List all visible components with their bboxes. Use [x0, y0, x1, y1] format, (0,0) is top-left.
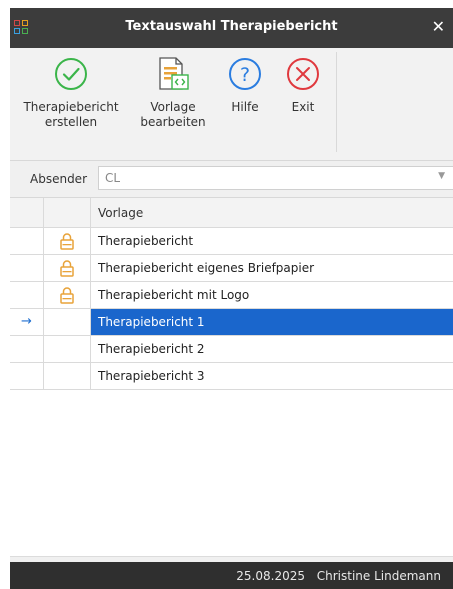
- status-date: 25.08.2025: [236, 569, 305, 583]
- lock-cell: [43, 228, 90, 255]
- exit-button[interactable]: Exit: [278, 56, 328, 115]
- toolbar-separator: [336, 52, 337, 152]
- lock-cell: [43, 282, 90, 309]
- close-icon[interactable]: ✕: [432, 17, 445, 36]
- row-indicator: [10, 255, 43, 282]
- dialog-window: Textauswahl Therapiebericht ✕ Therapiebe…: [10, 8, 453, 589]
- lock-icon: [60, 287, 74, 304]
- help-circle-icon: ?: [227, 56, 263, 92]
- table-row-selected[interactable]: → Therapiebericht 1: [10, 309, 453, 336]
- column-header-vorlage[interactable]: Vorlage: [90, 198, 453, 228]
- row-indicator: [10, 228, 43, 255]
- document-code-icon: [155, 56, 191, 92]
- exit-label: Exit: [291, 100, 315, 114]
- row-indicator: →: [10, 309, 43, 336]
- window-title: Textauswahl Therapiebericht: [125, 19, 338, 34]
- sender-value: CL: [105, 171, 121, 185]
- table-row[interactable]: Therapiebericht 2: [10, 336, 453, 363]
- chevron-down-icon[interactable]: ▼: [438, 171, 445, 181]
- table-row[interactable]: Therapiebericht: [10, 228, 453, 255]
- create-report-label-1: Therapiebericht: [23, 100, 119, 114]
- lock-icon: [60, 233, 74, 250]
- template-grid: Vorlage Therapiebericht Therapiebericht …: [10, 198, 453, 556]
- table-row[interactable]: Therapiebericht mit Logo: [10, 282, 453, 309]
- row-indicator: [10, 363, 43, 390]
- left-edge: [0, 0, 10, 589]
- template-name: Therapiebericht 1: [90, 309, 453, 336]
- template-name: Therapiebericht mit Logo: [90, 282, 453, 309]
- table-row[interactable]: Therapiebericht eigenes Briefpapier: [10, 255, 453, 282]
- sender-row: Absender CL ▼: [10, 161, 453, 198]
- lock-cell: [43, 309, 90, 336]
- help-label: Hilfe: [231, 100, 259, 114]
- sender-label: Absender: [30, 172, 87, 186]
- toolbar: Therapiebericht erstellen Vorlage bearbe…: [10, 48, 453, 161]
- edit-template-label-2: bearbeiten: [140, 115, 206, 129]
- row-indicator-header: [10, 198, 43, 228]
- lock-cell: [43, 363, 90, 390]
- check-circle-icon: [53, 56, 89, 92]
- lock-icon: [60, 260, 74, 277]
- title-bar: Textauswahl Therapiebericht ✕: [10, 8, 453, 48]
- help-button[interactable]: ? Hilfe: [220, 56, 270, 115]
- create-report-label-2: erstellen: [44, 115, 98, 129]
- close-circle-icon: [285, 56, 321, 92]
- lock-cell: [43, 255, 90, 282]
- create-report-button[interactable]: Therapiebericht erstellen: [16, 56, 126, 130]
- template-name: Therapiebericht: [90, 228, 453, 255]
- row-indicator: [10, 282, 43, 309]
- template-name: Therapiebericht 2: [90, 336, 453, 363]
- svg-text:?: ?: [240, 64, 250, 86]
- status-bar: 25.08.2025 Christine Lindemann: [10, 562, 453, 589]
- table-row[interactable]: Therapiebericht 3: [10, 363, 453, 390]
- status-user: Christine Lindemann: [316, 569, 441, 583]
- row-indicator: [10, 336, 43, 363]
- grid-header-row: Vorlage: [10, 198, 453, 228]
- arrow-right-icon: →: [21, 314, 32, 329]
- edit-template-button[interactable]: Vorlage bearbeiten: [131, 56, 215, 130]
- lock-column-header[interactable]: [43, 198, 90, 228]
- edit-template-label-1: Vorlage: [150, 100, 196, 114]
- template-name: Therapiebericht eigenes Briefpapier: [90, 255, 453, 282]
- sender-dropdown[interactable]: CL ▼: [98, 166, 453, 190]
- lock-cell: [43, 336, 90, 363]
- template-name: Therapiebericht 3: [90, 363, 453, 390]
